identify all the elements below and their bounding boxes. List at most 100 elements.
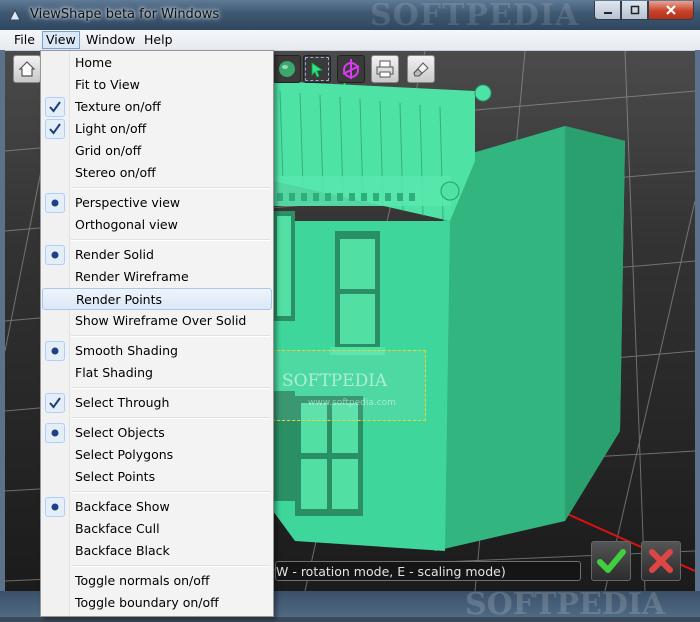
menu-item-label: Backface Show xyxy=(75,499,170,514)
checkmark-icon xyxy=(45,393,65,413)
menu-item-label: Flat Shading xyxy=(75,365,153,380)
menu-item-backface-show[interactable]: Backface Show xyxy=(42,496,272,518)
menu-item-label: Backface Cull xyxy=(75,521,160,536)
menu-help[interactable]: Help xyxy=(141,32,176,48)
menu-item-label: Fit to View xyxy=(75,77,140,92)
minimize-button[interactable] xyxy=(594,1,621,20)
sphere-button[interactable] xyxy=(273,55,301,83)
menu-item-label: Select Through xyxy=(75,395,170,410)
maximize-button[interactable] xyxy=(621,1,648,20)
menu-item-toggle-normals-on-off[interactable]: Toggle normals on/off xyxy=(42,570,272,592)
window-controls xyxy=(594,1,694,20)
menu-item-label: Texture on/off xyxy=(75,99,161,114)
sphere-icon xyxy=(279,61,295,77)
viewport-watermark-url: www.softpedia.com xyxy=(308,398,396,408)
status-text: W - rotation mode, E - scaling mode) xyxy=(276,564,506,579)
menu-item-render-points[interactable]: Render Points xyxy=(42,288,272,310)
confirm-button[interactable] xyxy=(591,541,631,581)
x-icon xyxy=(649,549,673,573)
menu-item-label: Select Points xyxy=(75,469,156,484)
menu-item-label: Select Polygons xyxy=(75,447,174,462)
menu-item-show-wireframe-over-solid[interactable]: Show Wireframe Over Solid xyxy=(42,310,272,332)
radio-dot-icon xyxy=(45,245,65,265)
menu-item-label: Light on/off xyxy=(75,121,147,136)
window-title: ViewShape beta for Windows xyxy=(30,7,220,22)
menu-separator xyxy=(71,335,270,337)
menu-item-label: Select Objects xyxy=(75,425,165,440)
menu-item-label: Toggle normals on/off xyxy=(75,573,210,588)
menu-item-label: Perspective view xyxy=(75,195,181,210)
menu-item-label: Render Points xyxy=(76,292,163,307)
app-icon xyxy=(9,8,21,21)
transform-gizmo-button[interactable] xyxy=(337,55,365,83)
watermark: SOFTPEDIA xyxy=(370,0,580,33)
print-button[interactable] xyxy=(371,55,399,83)
menu-separator xyxy=(71,187,270,189)
menu-item-toggle-boundary-on-off[interactable]: Toggle boundary on/off xyxy=(42,592,272,614)
menu-item-label: Render Wireframe xyxy=(75,269,189,284)
checkmark-icon xyxy=(597,549,626,573)
home-view-button[interactable] xyxy=(13,55,41,83)
menu-item-render-wireframe[interactable]: Render Wireframe xyxy=(42,266,272,288)
menu-item-light-on-off[interactable]: Light on/off xyxy=(42,118,272,140)
view-menu-dropdown: Home Fit to View Texture on/off Light on/of… xyxy=(40,50,274,617)
menu-item-label: Home xyxy=(75,55,112,70)
menu-item-label: Show Wireframe Over Solid xyxy=(75,313,247,328)
menu-item-label: Stereo on/off xyxy=(75,165,156,180)
menu-item-perspective-view[interactable]: Perspective view xyxy=(42,192,272,214)
close-icon xyxy=(666,5,676,15)
select-arrow-icon xyxy=(311,62,323,78)
printer-icon xyxy=(376,60,394,78)
menu-item-select-polygons[interactable]: Select Polygons xyxy=(42,444,272,466)
home-icon xyxy=(18,61,36,77)
status-bar: W - rotation mode, E - scaling mode) xyxy=(275,561,581,581)
menu-item-texture-on-off[interactable]: Texture on/off xyxy=(42,96,272,118)
erase-button[interactable] xyxy=(407,55,435,83)
menu-item-flat-shading[interactable]: Flat Shading xyxy=(42,362,272,384)
cancel-button[interactable] xyxy=(641,541,681,581)
checkmark-icon xyxy=(45,97,65,117)
menu-item-label: Toggle boundary on/off xyxy=(75,595,219,610)
menu-item-label: Orthogonal view xyxy=(75,217,178,232)
menu-item-select-through[interactable]: Select Through xyxy=(42,392,272,414)
menu-item-grid-on-off[interactable]: Grid on/off xyxy=(42,140,272,162)
select-button[interactable] xyxy=(303,55,331,83)
radio-dot-icon xyxy=(45,341,65,361)
menu-window[interactable]: Window xyxy=(83,32,138,48)
menu-separator xyxy=(71,491,270,493)
menu-file[interactable]: File xyxy=(11,32,38,48)
menu-item-render-solid[interactable]: Render Solid xyxy=(42,244,272,266)
menu-item-home[interactable]: Home xyxy=(42,52,272,74)
menu-item-label: Grid on/off xyxy=(75,143,142,158)
menu-item-orthogonal-view[interactable]: Orthogonal view xyxy=(42,214,272,236)
minimize-icon xyxy=(603,12,612,14)
radio-dot-icon xyxy=(45,497,65,517)
menu-separator xyxy=(71,417,270,419)
viewport-watermark: SOFTPEDIA xyxy=(282,371,388,391)
menu-item-stereo-on-off[interactable]: Stereo on/off xyxy=(42,162,272,184)
menu-item-backface-black[interactable]: Backface Black xyxy=(42,540,272,562)
menu-item-label: Backface Black xyxy=(75,543,170,558)
transform-gizmo-icon xyxy=(342,59,360,79)
radio-dot-icon xyxy=(45,423,65,443)
checkmark-icon xyxy=(45,119,65,139)
menu-item-smooth-shading[interactable]: Smooth Shading xyxy=(42,340,272,362)
menu-item-fit-to-view[interactable]: Fit to View xyxy=(42,74,272,96)
menu-separator xyxy=(71,565,270,567)
menu-item-select-points[interactable]: Select Points xyxy=(42,466,272,488)
menu-item-select-objects[interactable]: Select Objects xyxy=(42,422,272,444)
close-button[interactable] xyxy=(648,1,694,20)
menu-item-backface-cull[interactable]: Backface Cull xyxy=(42,518,272,540)
menu-item-label: Render Solid xyxy=(75,247,154,262)
selection-rectangle: SOFTPEDIA www.softpedia.com xyxy=(267,350,426,421)
window-frame-right xyxy=(695,50,700,617)
eraser-icon xyxy=(413,62,429,77)
maximize-icon xyxy=(630,5,639,15)
house-model xyxy=(273,81,625,551)
menu-separator xyxy=(71,239,270,241)
menu-separator xyxy=(71,387,270,389)
window-frame-left xyxy=(0,50,5,617)
menu-view[interactable]: View xyxy=(42,31,80,49)
menu-bar: File View Window Help xyxy=(0,30,700,51)
title-bar: ViewShape beta for Windows SOFTPEDIA xyxy=(0,0,700,33)
